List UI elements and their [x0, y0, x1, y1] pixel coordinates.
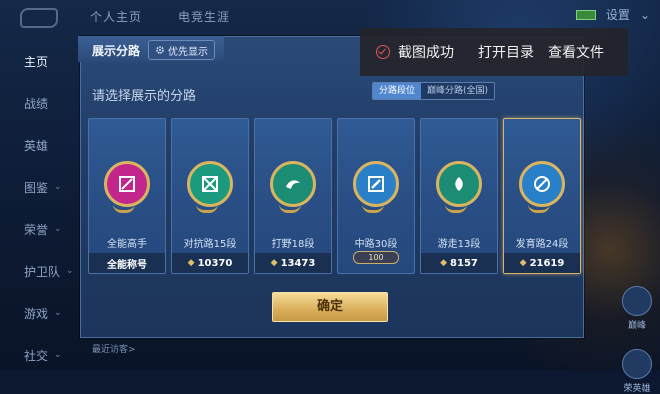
sidebar-item-home[interactable]: 主页	[0, 40, 80, 82]
peak-icon	[622, 286, 652, 316]
dragon-icon	[270, 161, 316, 213]
top-tabs: 个人主页 电竞生涯	[90, 8, 230, 25]
sidebar-item-heroes[interactable]: 英雄	[0, 124, 80, 166]
gem-icon: ◆	[519, 258, 527, 268]
lane-cards: 全能高手 全能称号 对抗路15段 ◆ 10370 打野18段 ◆ 13473 中路3…	[88, 118, 581, 274]
segment-toggle: 分路段位 巅峰分路(全国)	[372, 82, 496, 100]
lane-card-roam[interactable]: 游走13段 ◆ 8157	[420, 118, 498, 274]
tab-profile[interactable]: 个人主页	[90, 8, 142, 25]
battery-icon	[575, 9, 596, 20]
priority-display-button[interactable]: 优先显示	[148, 40, 215, 60]
lane-card-mid[interactable]: 中路30段 100	[337, 118, 415, 274]
segment-peak-lane[interactable]: 巅峰分路(全国)	[421, 83, 495, 99]
view-file-button[interactable]: 查看文件	[548, 42, 604, 62]
lane-name: 打野18段	[271, 239, 315, 250]
gear-icon	[156, 46, 164, 54]
gem-icon: ◆	[440, 258, 448, 268]
gem-icon: ◆	[270, 258, 278, 268]
lane-card-top[interactable]: 对抗路15段 ◆ 10370	[171, 118, 249, 274]
sidebar-item-atlas[interactable]: 图鉴 ⌄	[0, 166, 80, 208]
lane-name: 中路30段	[354, 239, 398, 250]
peak-button[interactable]: 巅峰	[622, 286, 652, 331]
chevron-down-icon[interactable]: ⌄	[640, 8, 650, 22]
toast-message: 截图成功	[398, 45, 454, 61]
dialog-title: 展示分路	[92, 44, 141, 58]
target-icon	[519, 161, 565, 213]
tab-esports[interactable]: 电竞生涯	[178, 8, 230, 25]
shield-leaf-icon	[436, 161, 482, 213]
lane-name: 全能高手	[107, 239, 147, 250]
lane-score: ◆ 10370	[172, 253, 248, 273]
lane-name: 对抗路15段	[183, 239, 237, 250]
chevron-down-icon: ⌄	[54, 308, 62, 318]
lane-card-farm[interactable]: 发育路24段 ◆ 21619	[503, 118, 581, 274]
screenshot-toast: 截图成功 打开目录 查看文件	[360, 28, 628, 76]
lane-card-jungle[interactable]: 打野18段 ◆ 13473	[254, 118, 332, 274]
lane-name: 发育路24段	[515, 239, 569, 250]
settings-button[interactable]: 设置	[606, 6, 630, 23]
sword-icon	[187, 161, 233, 213]
lane-footer: 全能称号	[89, 253, 165, 273]
dialog-subtitle: 请选择展示的分路	[92, 89, 197, 104]
lane-card-allround[interactable]: 全能高手 全能称号	[88, 118, 166, 274]
confirm-button[interactable]: 确定	[272, 292, 388, 322]
lane-score: ◆ 8157	[421, 253, 497, 273]
chevron-down-icon: ⌄	[54, 350, 62, 360]
gem-icon: ◆	[187, 258, 195, 268]
chevron-down-icon: ⌄	[54, 182, 62, 192]
allround-icon	[104, 161, 150, 213]
lane-name: 游走13段	[437, 239, 481, 250]
sidebar: 主页 战绩 英雄 图鉴 ⌄ 荣誉 ⌄ 护卫队 ⌄ 游戏 ⌄ 社交 ⌄	[0, 40, 80, 376]
honor-hero-button[interactable]: 荣英雄	[622, 349, 652, 394]
sidebar-item-games[interactable]: 游戏 ⌄	[0, 292, 80, 334]
lane-score: ◆ 21619	[504, 253, 580, 273]
game-logo	[20, 8, 58, 28]
segment-lane-rank[interactable]: 分路段位	[373, 83, 422, 99]
chevron-down-icon: ⌄	[54, 224, 62, 234]
sidebar-item-guard[interactable]: 护卫队 ⌄	[0, 250, 80, 292]
check-circle-icon	[376, 45, 390, 59]
lane-score: ◆ 13473	[255, 253, 331, 273]
top-status: 设置 ⌄	[575, 6, 650, 23]
recent-visitors-link[interactable]: 最近访客>	[92, 342, 136, 355]
chevron-down-icon: ⌄	[66, 266, 74, 276]
sidebar-item-honor[interactable]: 荣誉 ⌄	[0, 208, 80, 250]
rank-badge: 100	[353, 251, 399, 264]
wand-icon	[353, 161, 399, 213]
hero-icon	[622, 349, 652, 379]
open-folder-button[interactable]: 打开目录	[478, 42, 534, 62]
sidebar-item-record[interactable]: 战绩	[0, 82, 80, 124]
right-bottom-actions: 巅峰 荣英雄	[622, 286, 652, 394]
